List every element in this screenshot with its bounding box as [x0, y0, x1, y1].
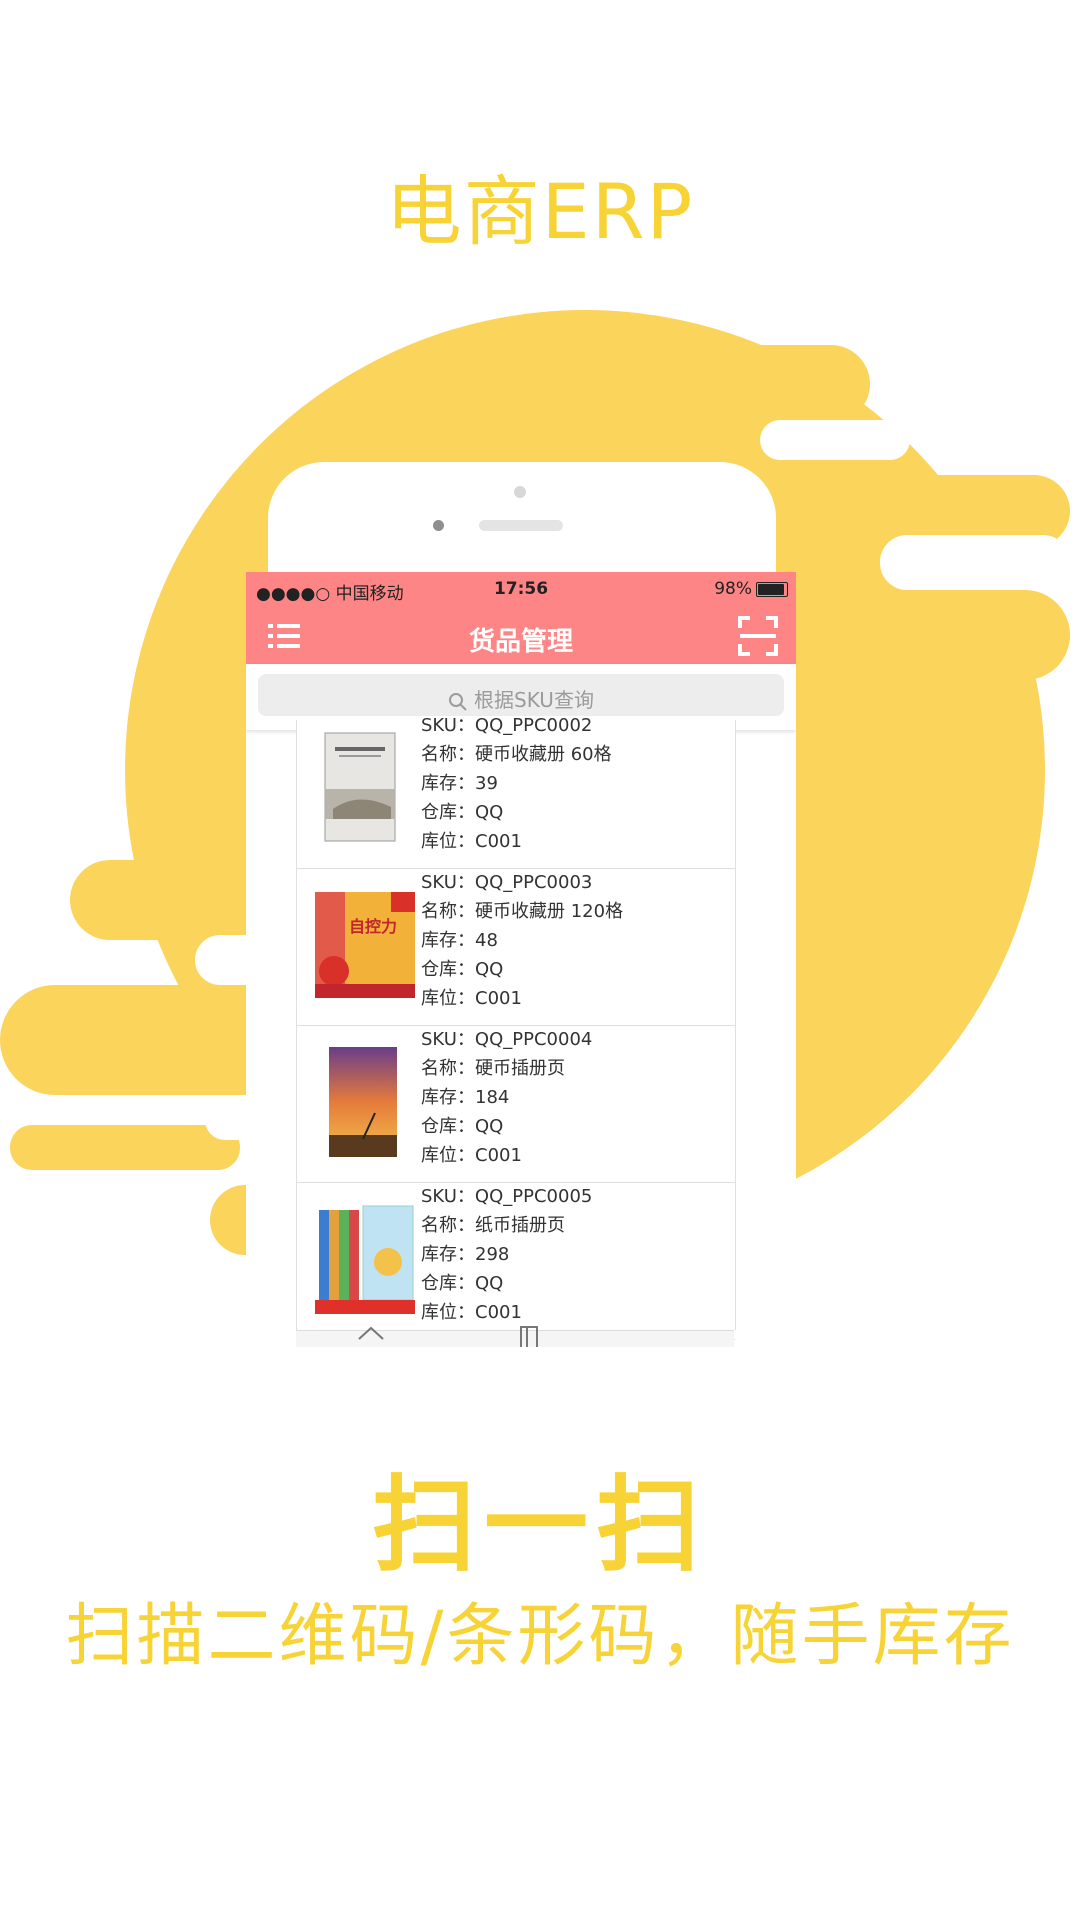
home-tab-icon[interactable]: [356, 1325, 386, 1345]
slogan-sub: 扫描二维码/条形码，随手库存: [65, 1597, 1015, 1676]
phone-screen: ●●●●○ 中国移动 17:56 98% 货品管理 根据SKU查询 SKU：QQ…: [246, 572, 796, 1347]
item-stock: 库存：39: [421, 773, 498, 794]
product-list: SKU：QQ_PPC0002 名称：硬币收藏册 60格 库存：39 仓库：QQ …: [296, 715, 736, 1340]
item-name: 名称：纸币插册页: [421, 1215, 565, 1236]
item-stock: 库存：48: [421, 930, 498, 951]
item-location: 库位：C001: [421, 1302, 522, 1323]
book-cover-image: 自控力: [315, 892, 415, 998]
item-name: 名称：硬币收藏册 120格: [421, 901, 624, 922]
item-stock: 库存：184: [421, 1087, 510, 1108]
app-headline: 电商ERP: [385, 167, 695, 256]
page-title: 货品管理: [468, 627, 573, 657]
item-location: 库位：C001: [421, 1145, 522, 1166]
list-item[interactable]: 自控力 SKU：QQ_PPC0003 名称：硬币收藏册 120格 库存：48 仓…: [297, 868, 735, 1026]
battery-percent: 98%: [714, 579, 752, 599]
item-warehouse: 仓库：QQ: [421, 1273, 504, 1294]
book-cover-image: [315, 1205, 415, 1314]
phone-speaker: [479, 520, 563, 531]
item-name: 名称：硬币插册页: [421, 1058, 565, 1079]
search-icon: [449, 692, 467, 711]
item-warehouse: 仓库：QQ: [421, 1116, 504, 1137]
list-item[interactable]: SKU：QQ_PPC0005 名称：纸币插册页 库存：298 仓库：QQ 库位：…: [297, 1182, 735, 1340]
nav-bar: 货品管理: [246, 606, 796, 664]
tab-bar: [296, 1326, 734, 1347]
item-location: 库位：C001: [421, 831, 522, 852]
slogan-main: 扫一扫: [371, 1464, 708, 1586]
scan-qr-icon[interactable]: [738, 616, 778, 656]
item-sku: SKU：QQ_PPC0002: [421, 715, 593, 736]
status-bar: ●●●●○ 中国移动 17:56 98%: [246, 572, 796, 606]
search-placeholder: 根据SKU查询: [474, 688, 594, 712]
list-item[interactable]: SKU：QQ_PPC0002 名称：硬币收藏册 60格 库存：39 仓库：QQ …: [297, 711, 735, 869]
book-cover-image: [324, 732, 396, 842]
list-item[interactable]: SKU：QQ_PPC0004 名称：硬币插册页 库存：184 仓库：QQ 库位：…: [297, 1025, 735, 1183]
item-warehouse: 仓库：QQ: [421, 959, 504, 980]
item-sku: SKU：QQ_PPC0005: [421, 1186, 593, 1207]
item-location: 库位：C001: [421, 988, 522, 1009]
book-cover-title: 自控力: [349, 917, 397, 936]
book-cover-image: [329, 1047, 397, 1157]
item-name: 名称：硬币收藏册 60格: [421, 744, 612, 765]
battery-icon: [756, 582, 788, 597]
proximity-sensor-dot: [433, 520, 444, 531]
item-sku: SKU：QQ_PPC0003: [421, 872, 593, 893]
item-stock: 库存：298: [421, 1244, 510, 1265]
sku-search-input[interactable]: 根据SKU查询: [258, 674, 784, 716]
front-camera-dot: [514, 486, 526, 498]
item-sku: SKU：QQ_PPC0004: [421, 1029, 593, 1050]
item-warehouse: 仓库：QQ: [421, 802, 504, 823]
document-tab-icon[interactable]: [516, 1325, 542, 1347]
